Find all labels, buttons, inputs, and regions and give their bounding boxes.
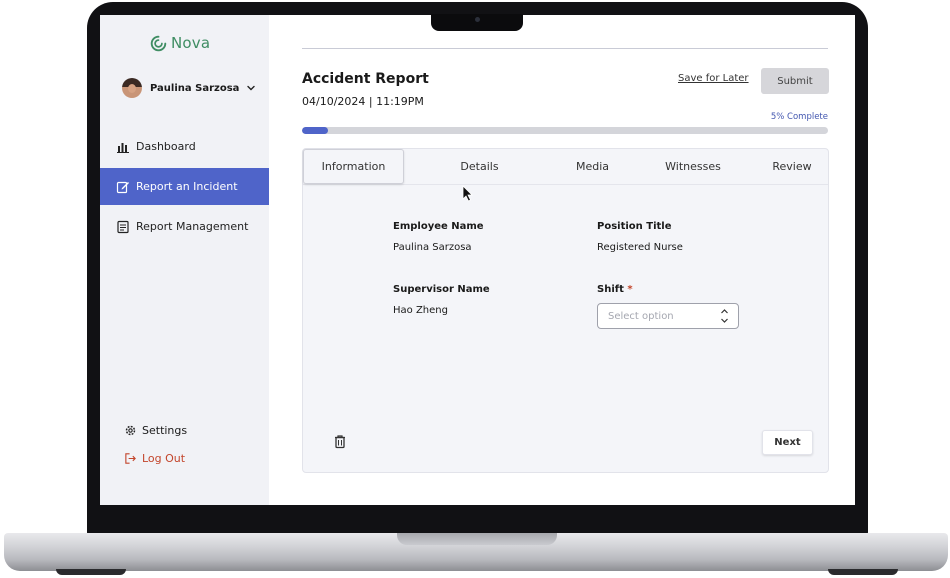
sidebar-item-report-management[interactable]: Report Management xyxy=(100,208,269,245)
progress-label: 5% Complete xyxy=(770,112,828,122)
chevron-down-icon[interactable] xyxy=(245,82,257,94)
sidebar-item-dashboard[interactable]: Dashboard xyxy=(100,128,269,165)
supervisor-name-value: Hao Zheng xyxy=(393,305,448,316)
required-mark: * xyxy=(627,284,633,295)
shift-label: Shift * xyxy=(597,284,633,295)
progress-fill xyxy=(302,127,329,134)
sidebar-item-label: Report an Incident xyxy=(136,180,238,193)
logout-icon xyxy=(125,453,136,464)
gear-icon xyxy=(125,425,136,436)
shift-select-placeholder: Select option xyxy=(608,310,674,322)
camera-notch xyxy=(431,14,523,31)
report-datetime: 04/10/2024 | 11:19PM xyxy=(302,95,424,108)
chevron-up-down-icon xyxy=(721,309,728,323)
shift-select[interactable]: Select option xyxy=(597,303,739,329)
sidebar-item-report-incident[interactable]: Report an Incident xyxy=(100,168,269,205)
brand-logo[interactable]: Nova xyxy=(150,34,210,52)
nova-logo-icon xyxy=(150,35,167,51)
settings-label: Settings xyxy=(142,424,188,437)
laptop-foot-left xyxy=(56,569,126,575)
submit-button[interactable]: Submit xyxy=(761,68,829,94)
sidebar: Nova Paulina Sarzosa Dashboard Report an… xyxy=(100,15,269,505)
camera-icon xyxy=(475,17,480,22)
tab-witnesses[interactable]: Witnesses xyxy=(630,149,756,184)
bar-chart-icon xyxy=(117,142,129,153)
supervisor-name-label: Supervisor Name xyxy=(393,284,490,295)
laptop-foot-right xyxy=(828,569,898,575)
app-screen: Nova Paulina Sarzosa Dashboard Report an… xyxy=(100,15,855,505)
shift-label-text: Shift xyxy=(597,284,624,295)
avatar xyxy=(122,78,142,98)
mouse-cursor-icon xyxy=(462,185,473,202)
employee-name-label: Employee Name xyxy=(393,221,484,232)
tab-information[interactable]: Information xyxy=(303,149,404,184)
document-icon xyxy=(117,220,129,233)
tab-media[interactable]: Media xyxy=(555,149,630,184)
sidebar-item-label: Dashboard xyxy=(136,140,196,153)
tab-bar: Information Details Media Witnesses Revi… xyxy=(303,149,828,185)
laptop-base-groove xyxy=(397,533,557,545)
form-card: Information Details Media Witnesses Revi… xyxy=(302,148,829,473)
logout-link[interactable]: Log Out xyxy=(124,452,185,465)
progress-bar xyxy=(302,127,828,134)
tab-review[interactable]: Review xyxy=(756,149,828,184)
user-name: Paulina Sarzosa xyxy=(150,82,240,94)
employee-name-value: Paulina Sarzosa xyxy=(393,242,472,253)
tab-details[interactable]: Details xyxy=(404,149,555,184)
next-button[interactable]: Next xyxy=(762,430,813,455)
header-divider xyxy=(302,48,828,49)
position-title-value: Registered Nurse xyxy=(597,242,683,253)
position-title-label: Position Title xyxy=(597,221,672,232)
settings-link[interactable]: Settings xyxy=(124,424,187,437)
edit-icon xyxy=(116,181,129,193)
user-menu[interactable]: Paulina Sarzosa xyxy=(122,78,257,98)
sidebar-item-label: Report Management xyxy=(136,220,249,233)
brand-name: Nova xyxy=(171,34,211,52)
save-for-later-button[interactable]: Save for Later xyxy=(678,73,749,84)
trash-icon[interactable] xyxy=(333,434,347,449)
page-title: Accident Report xyxy=(302,71,429,87)
sidebar-nav: Dashboard Report an Incident Report Mana… xyxy=(100,128,269,248)
logout-label: Log Out xyxy=(142,452,186,465)
